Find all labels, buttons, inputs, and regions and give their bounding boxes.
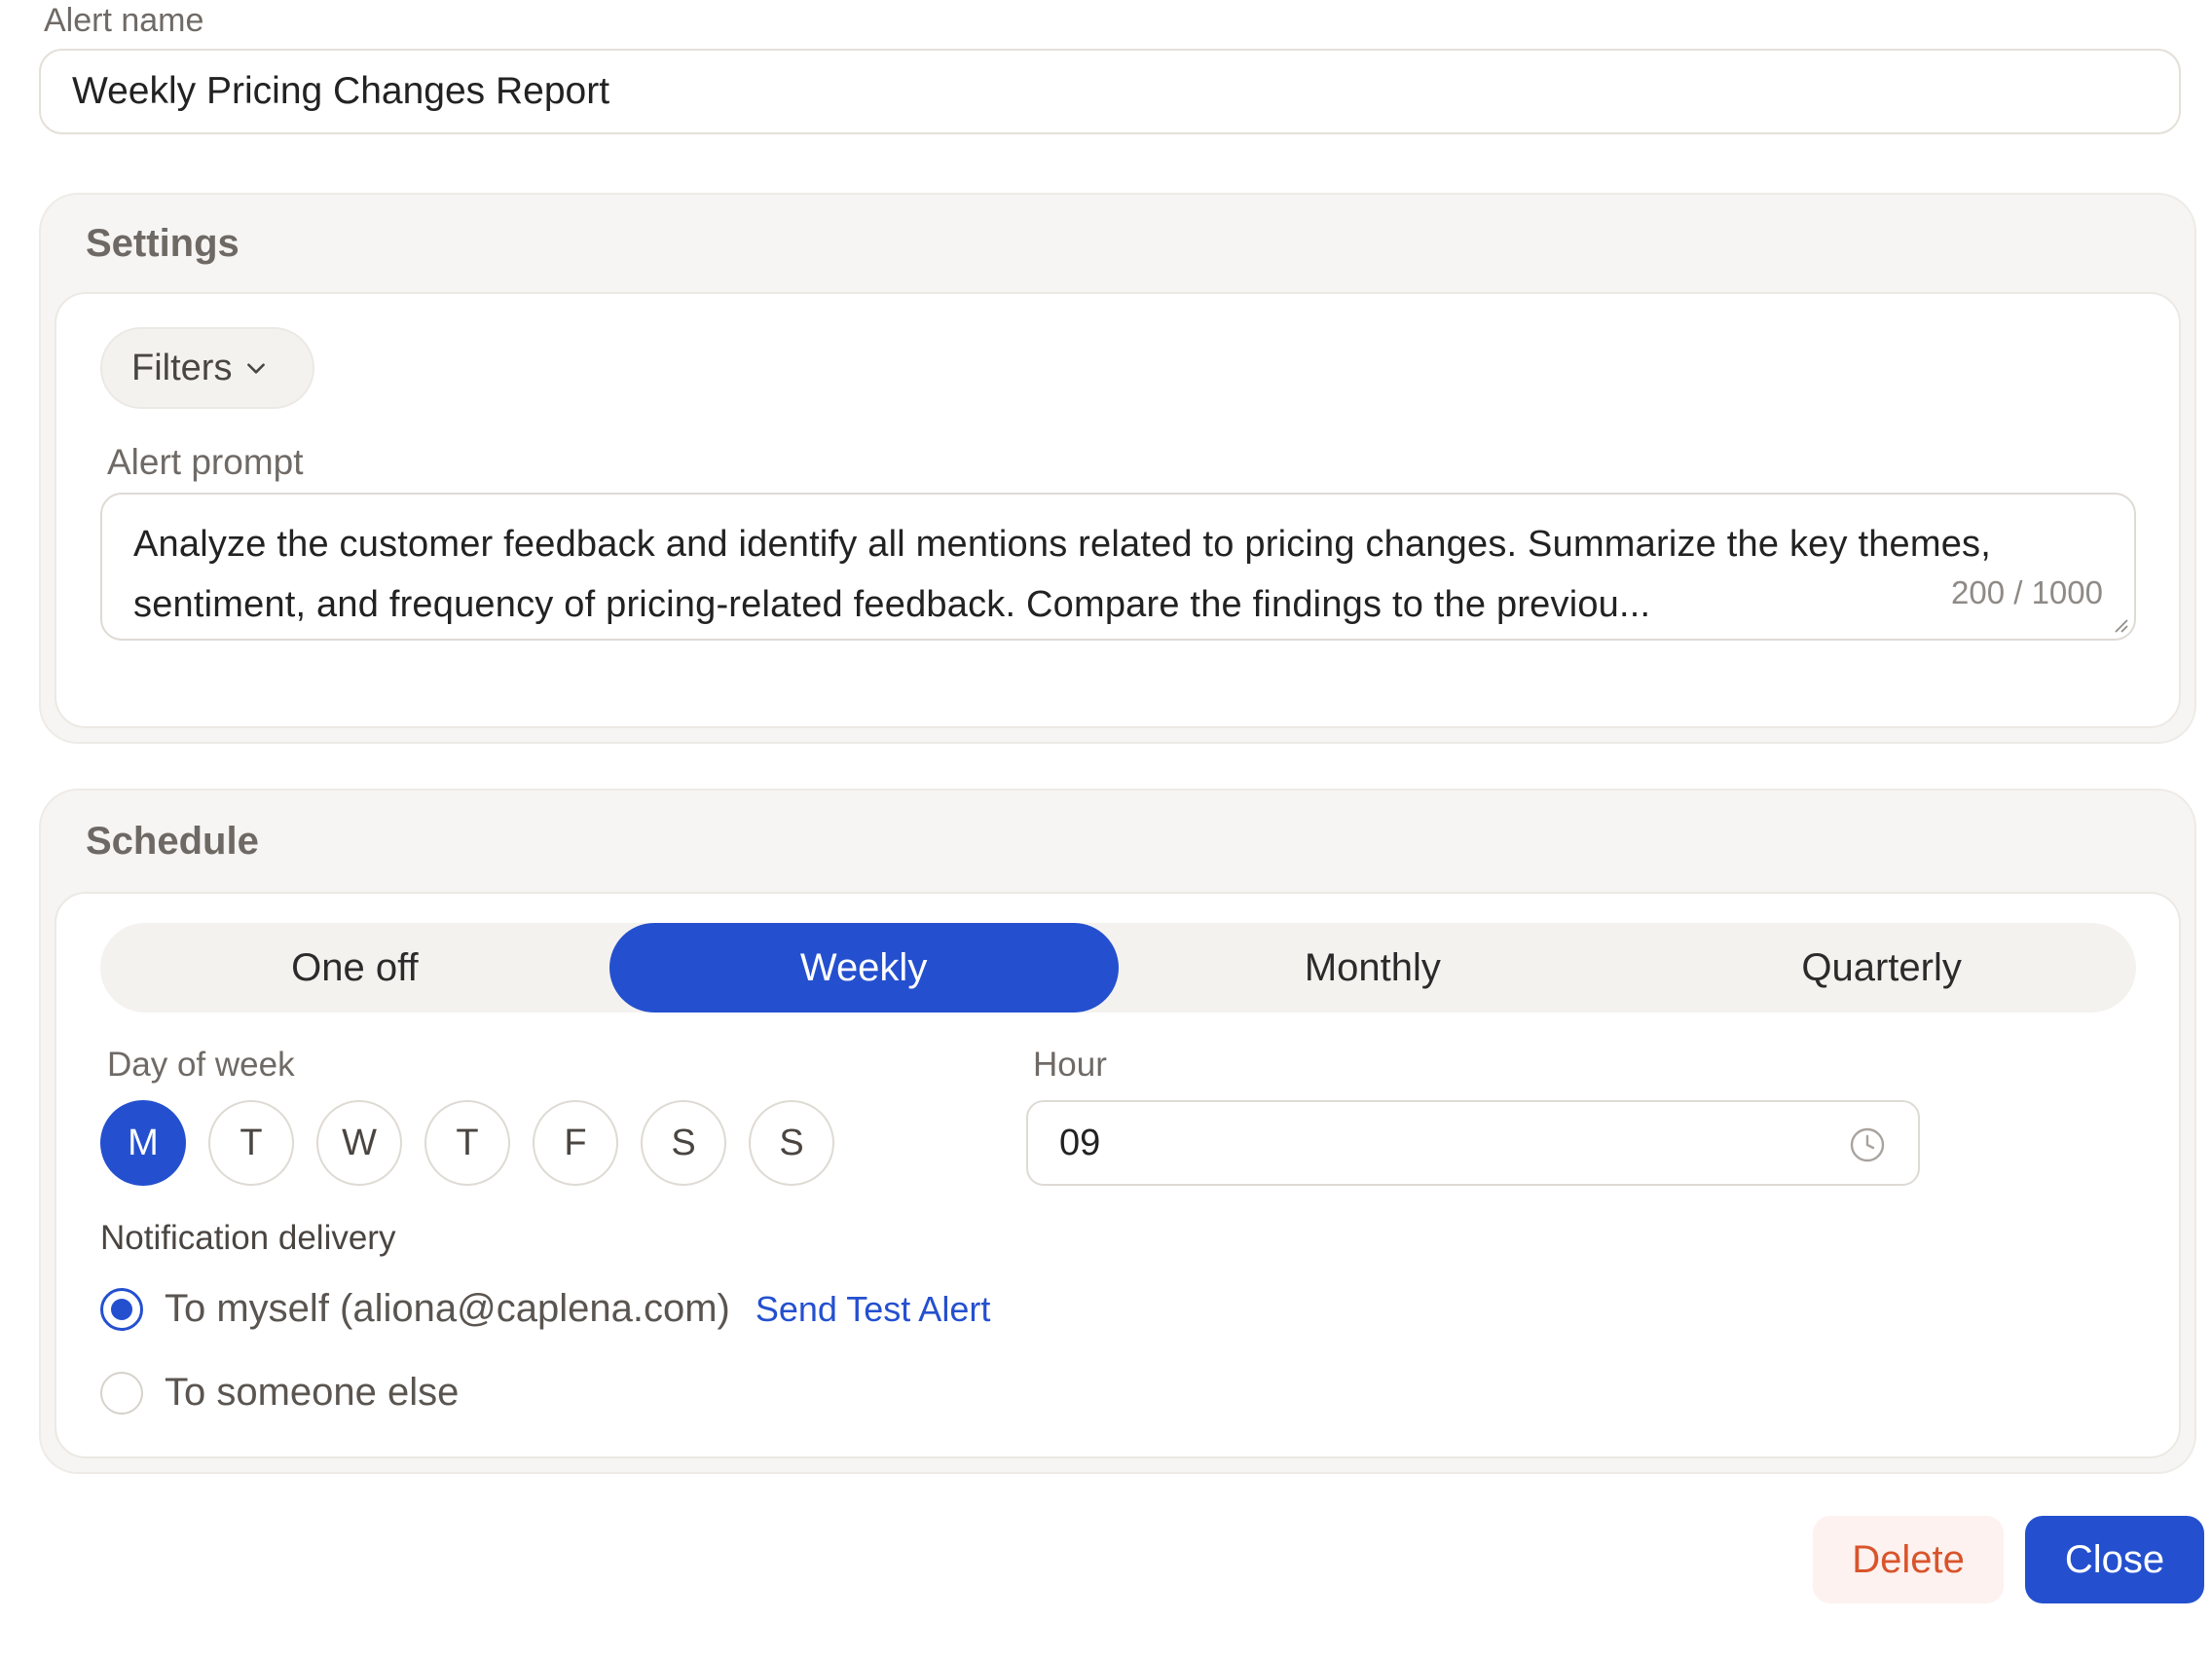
settings-title: Settings	[86, 222, 240, 265]
hour-label: Hour	[1033, 1046, 1107, 1084]
settings-section: Settings Filters Alert prompt Analyze th…	[39, 193, 2196, 744]
day-of-week-picker: M T W T F S S	[100, 1100, 834, 1186]
delivery-myself-label: To myself (aliona@caplena.com)	[165, 1287, 730, 1330]
day-sunday[interactable]: S	[749, 1100, 834, 1186]
day-saturday[interactable]: S	[641, 1100, 726, 1186]
schedule-title: Schedule	[86, 820, 259, 863]
settings-panel: Filters Alert prompt Analyze the custome…	[55, 292, 2181, 728]
alert-prompt-text: Analyze the customer feedback and identi…	[133, 524, 1992, 625]
tab-quarterly[interactable]: Quarterly	[1627, 923, 2136, 1013]
hour-input[interactable]: 09	[1026, 1100, 1920, 1186]
day-monday[interactable]: M	[100, 1100, 186, 1186]
delivery-option-myself[interactable]: To myself (aliona@caplena.com) Send Test…	[100, 1287, 990, 1331]
alert-prompt-textarea[interactable]: Analyze the customer feedback and identi…	[100, 493, 2136, 641]
send-test-alert-link[interactable]: Send Test Alert	[756, 1289, 991, 1330]
resize-handle-icon[interactable]	[2111, 615, 2128, 633]
tab-monthly[interactable]: Monthly	[1119, 923, 1628, 1013]
tab-one-off[interactable]: One off	[100, 923, 609, 1013]
schedule-panel: One off Weekly Monthly Quarterly Day of …	[55, 892, 2181, 1458]
day-thursday[interactable]: T	[424, 1100, 510, 1186]
day-of-week-label: Day of week	[107, 1046, 295, 1084]
schedule-section: Schedule One off Weekly Monthly Quarterl…	[39, 789, 2196, 1474]
delivery-option-someone-else[interactable]: To someone else	[100, 1371, 459, 1415]
day-friday[interactable]: F	[533, 1100, 618, 1186]
alert-prompt-label: Alert prompt	[107, 442, 304, 482]
delivery-someone-else-label: To someone else	[165, 1371, 460, 1414]
radio-someone-else[interactable]	[100, 1371, 143, 1415]
clock-icon[interactable]	[1848, 1125, 1887, 1164]
day-wednesday[interactable]: W	[316, 1100, 402, 1186]
filters-label: Filters	[131, 347, 233, 388]
radio-myself[interactable]	[100, 1287, 143, 1331]
day-tuesday[interactable]: T	[208, 1100, 294, 1186]
alert-name-label: Alert name	[44, 2, 204, 39]
notification-delivery-label: Notification delivery	[100, 1219, 396, 1257]
hour-value: 09	[1059, 1122, 1101, 1163]
alert-name-input[interactable]: Weekly Pricing Changes Report	[39, 49, 2181, 134]
delete-button[interactable]: Delete	[1813, 1516, 2004, 1603]
close-button[interactable]: Close	[2025, 1516, 2204, 1603]
chevron-down-icon	[247, 363, 266, 374]
frequency-selector: One off Weekly Monthly Quarterly	[100, 923, 2136, 1013]
tab-weekly[interactable]: Weekly	[608, 923, 1119, 1013]
char-counter: 200 / 1000	[1951, 574, 2103, 610]
filters-button[interactable]: Filters	[100, 327, 314, 409]
